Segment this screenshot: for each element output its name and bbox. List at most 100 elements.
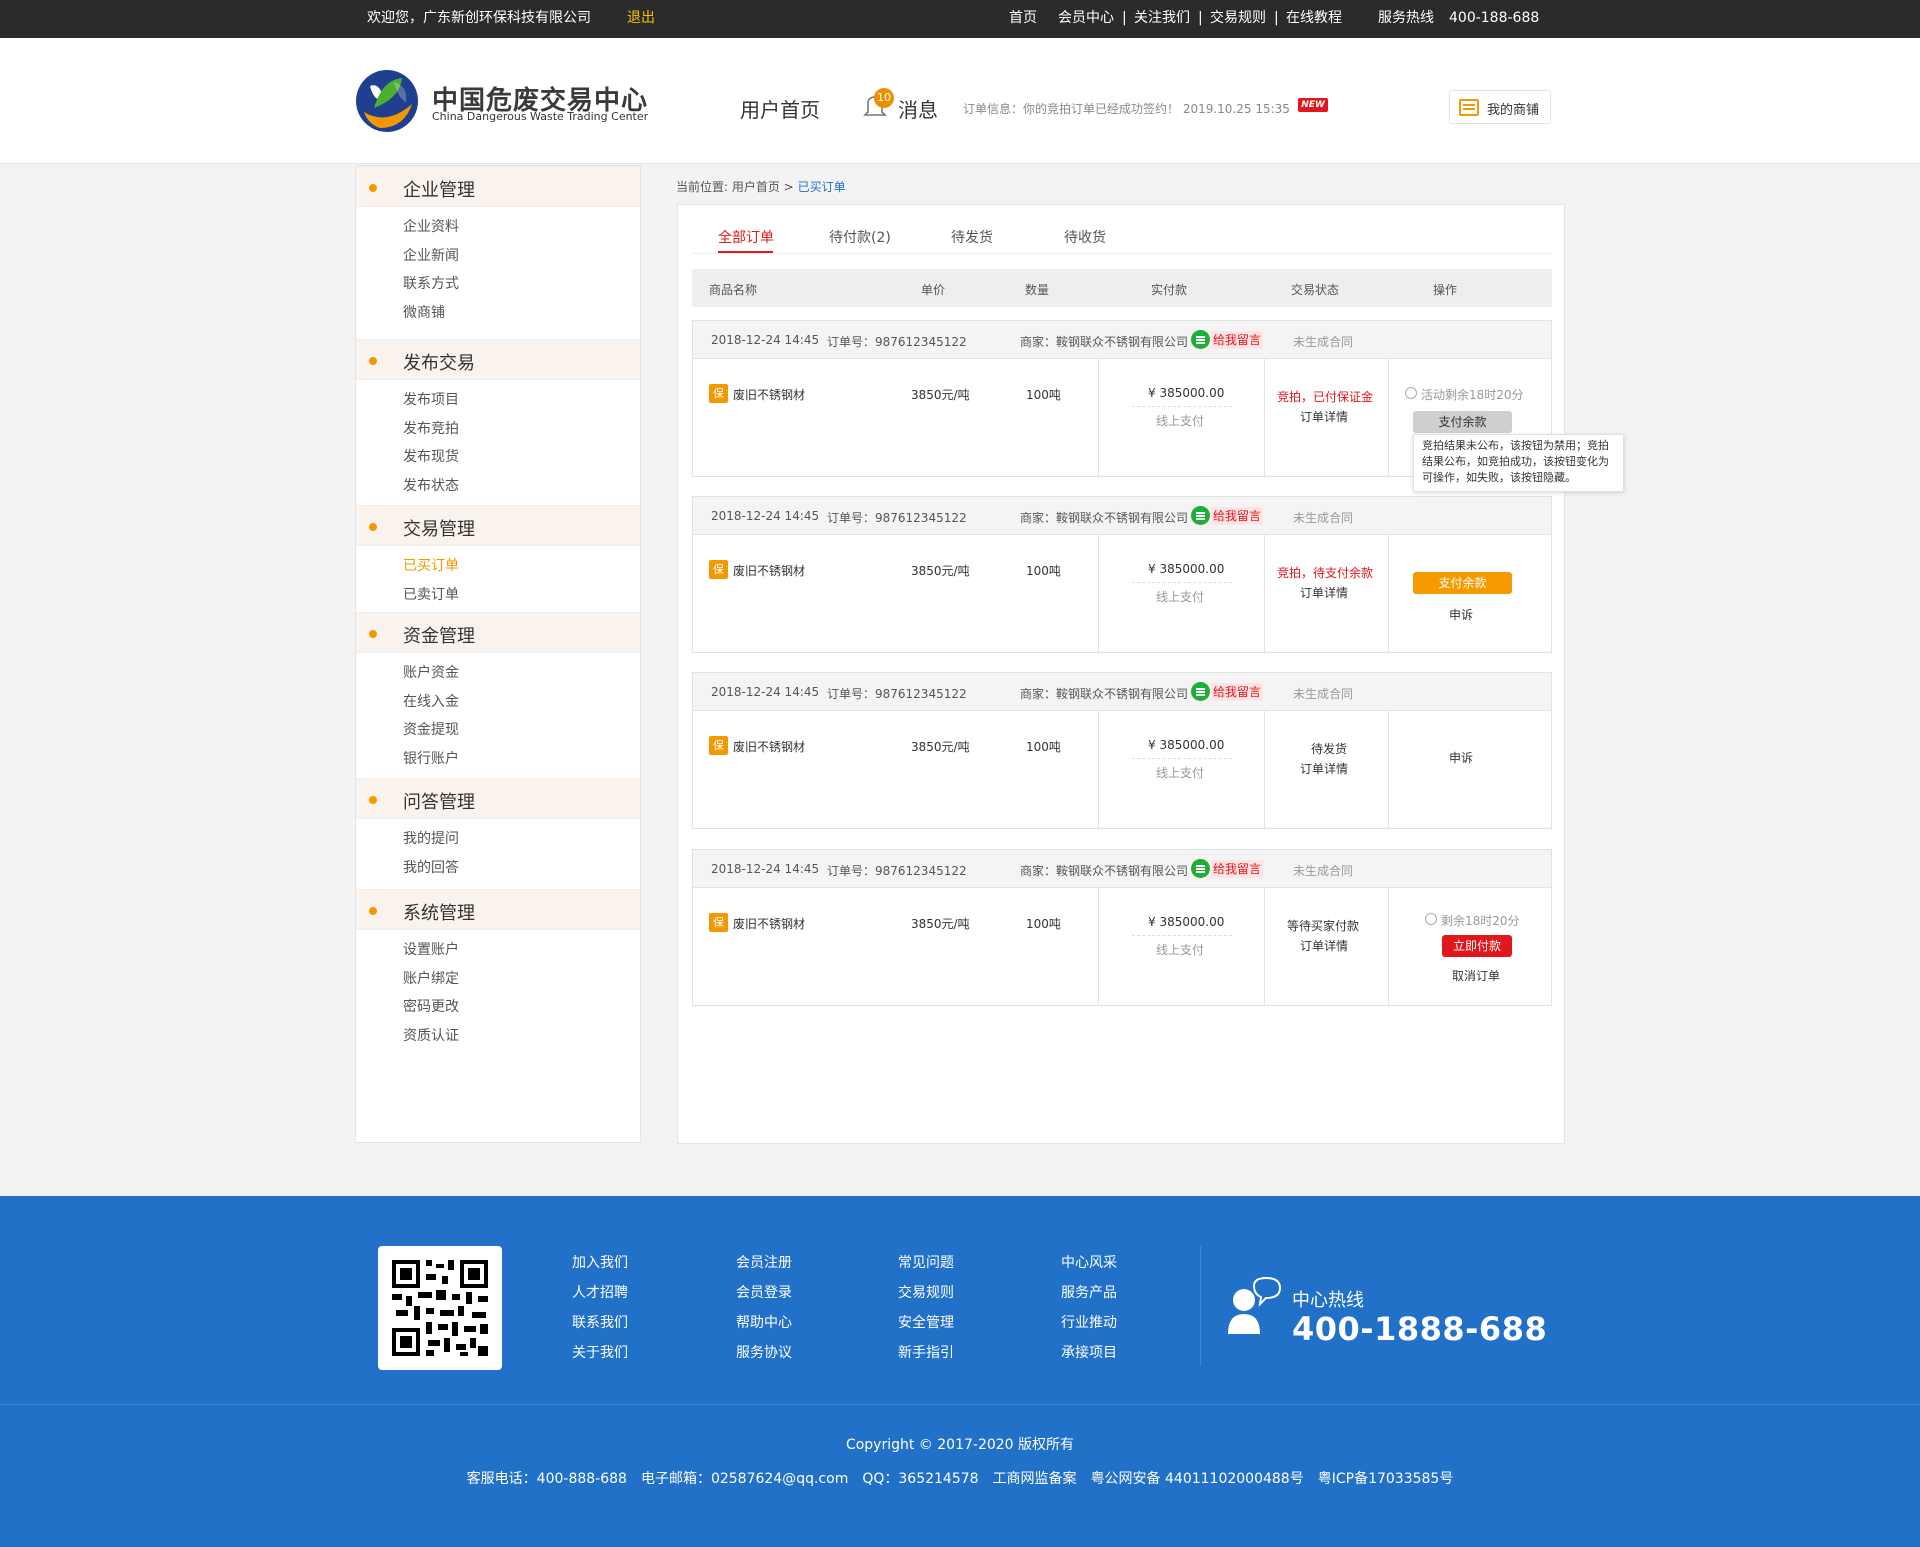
sidebar-group-trade[interactable]: 交易管理 (356, 505, 640, 546)
sidebar-item-account-binding[interactable]: 账户绑定 (403, 968, 459, 988)
sidebar-item-account-settings[interactable]: 设置账户 (403, 939, 459, 959)
sidebar-item-sold-orders[interactable]: 已卖订单 (403, 584, 459, 604)
sidebar-group-publish[interactable]: 发布交易 (356, 339, 640, 380)
footer-link-guide[interactable]: 新手指引 (898, 1342, 954, 1362)
sidebar-item-publish-spot[interactable]: 发布现货 (403, 446, 459, 466)
nav-home[interactable]: 首页 (1009, 0, 1037, 36)
leave-message-link[interactable]: 给我留言 (1211, 683, 1264, 701)
sidebar-item-qualification[interactable]: 资质认证 (403, 1025, 459, 1045)
order-detail-link[interactable]: 订单详情 (1300, 760, 1348, 777)
footer-link-terms[interactable]: 服务协议 (736, 1342, 792, 1362)
sidebar-item-change-password[interactable]: 密码更改 (403, 996, 459, 1016)
merchant-name[interactable]: 商家：鞍钢联众不锈钢有限公司 (1020, 509, 1188, 526)
sidebar-item-contact[interactable]: 联系方式 (403, 273, 459, 293)
guarantee-badge: 保 (709, 384, 728, 403)
user-home-link[interactable]: 用户首页 (740, 94, 820, 123)
sidebar-item-publish-status[interactable]: 发布状态 (403, 475, 459, 495)
nav-trade-rules[interactable]: 交易规则 (1210, 0, 1266, 36)
footer-link-join-us[interactable]: 加入我们 (572, 1252, 628, 1272)
sidebar-item-my-answers[interactable]: 我的回答 (403, 857, 459, 877)
logo-icon[interactable] (354, 68, 420, 134)
sidebar-group-funds[interactable]: 资金管理 (356, 612, 640, 653)
sidebar-group-qa[interactable]: 问答管理 (356, 778, 640, 819)
messages-link[interactable]: 消息 (898, 94, 938, 123)
chat-icon[interactable] (1191, 506, 1210, 525)
chat-icon[interactable] (1191, 859, 1210, 878)
order-notification[interactable]: 订单信息：你的竞拍订单已经成功签约！ 2019.10.25 15:35 (963, 100, 1290, 117)
leave-message-link[interactable]: 给我留言 (1211, 331, 1264, 349)
sidebar-item-publish-auction[interactable]: 发布竞拍 (403, 418, 459, 438)
service-email[interactable]: 电子邮箱：02587624@qq.com (641, 1471, 848, 1487)
merchant-name[interactable]: 商家：鞍钢联众不锈钢有限公司 (1020, 333, 1188, 350)
sidebar-item-bought-orders[interactable]: 已买订单 (403, 555, 459, 575)
footer-link-security[interactable]: 安全管理 (898, 1312, 954, 1332)
leave-message-link[interactable]: 给我留言 (1211, 507, 1264, 525)
footer-link-industry[interactable]: 行业推动 (1061, 1312, 1117, 1332)
order-detail-link[interactable]: 订单详情 (1300, 584, 1348, 601)
footer-link-register[interactable]: 会员注册 (736, 1252, 792, 1272)
sidebar-item-micro-shop[interactable]: 微商铺 (403, 302, 445, 322)
pay-now-button[interactable]: 立即付款 (1442, 935, 1512, 957)
sidebar-item-company-news[interactable]: 企业新闻 (403, 245, 459, 265)
business-filing[interactable]: 工商网监备案 (993, 1471, 1077, 1487)
pay-balance-button[interactable]: 支付余款 (1413, 572, 1512, 594)
merchant-name[interactable]: 商家：鞍钢联众不锈钢有限公司 (1020, 862, 1188, 879)
order-header: 2018-12-24 14:45 订单号：987612345122 商家：鞍钢联… (693, 850, 1551, 888)
tab-pending-receipt[interactable]: 待收货 (1064, 227, 1106, 247)
footer-link-projects[interactable]: 承接项目 (1061, 1342, 1117, 1362)
product-name[interactable]: 废旧不锈钢材 (733, 562, 805, 579)
column-divider (1098, 359, 1099, 477)
product-name[interactable]: 废旧不锈钢材 (733, 386, 805, 403)
footer-link-contact-us[interactable]: 联系我们 (572, 1312, 628, 1332)
footer-link-trade-rules[interactable]: 交易规则 (898, 1282, 954, 1302)
contact-info: 客服电话：400-888-688 电子邮箱：02587624@qq.com QQ：3… (0, 1468, 1920, 1488)
police-filing[interactable]: 粤公网安备 44011102000488号 (1091, 1471, 1304, 1487)
footer-link-showcase[interactable]: 中心风采 (1061, 1252, 1117, 1272)
order-detail-link[interactable]: 订单详情 (1300, 408, 1348, 425)
bullet-icon (369, 630, 377, 638)
sidebar-item-account-funds[interactable]: 账户资金 (403, 662, 459, 682)
product-name[interactable]: 废旧不锈钢材 (733, 915, 805, 932)
cancel-order-link[interactable]: 取消订单 (1452, 967, 1500, 984)
footer-link-login[interactable]: 会员登录 (736, 1282, 792, 1302)
breadcrumb-prefix[interactable]: 当前位置: 用户首页 > (676, 180, 794, 194)
icp-filing[interactable]: 粤ICP备17033585号 (1318, 1471, 1454, 1487)
pay-balance-button-disabled[interactable]: 支付余款 (1413, 411, 1512, 433)
footer-link-faq[interactable]: 常见问题 (898, 1252, 954, 1272)
footer-link-help[interactable]: 帮助中心 (736, 1312, 792, 1332)
tab-all-orders[interactable]: 全部订单 (718, 227, 774, 247)
service-phone: 客服电话：400-888-688 (466, 1471, 627, 1487)
chat-icon[interactable] (1191, 330, 1210, 349)
my-shop-button[interactable]: 我的商铺 (1449, 90, 1551, 124)
chat-icon[interactable] (1191, 682, 1210, 701)
sidebar-item-publish-project[interactable]: 发布项目 (403, 389, 459, 409)
nav-member-center[interactable]: 会员中心 (1058, 0, 1114, 36)
nav-tutorial[interactable]: 在线教程 (1286, 0, 1342, 36)
sidebar-group-enterprise[interactable]: 企业管理 (356, 166, 640, 207)
quantity: 100吨 (1026, 917, 1061, 931)
top-bar: 欢迎您，广东新创环保科技有限公司 退出 首页 会员中心 | 关注我们 | 交易规… (0, 0, 1920, 38)
order-detail-link[interactable]: 订单详情 (1300, 937, 1348, 954)
sidebar-item-withdraw[interactable]: 资金提现 (403, 719, 459, 739)
sidebar-item-my-questions[interactable]: 我的提问 (403, 828, 459, 848)
sidebar-item-online-deposit[interactable]: 在线入金 (403, 691, 459, 711)
logout-link[interactable]: 退出 (627, 0, 655, 36)
tab-pending-shipment[interactable]: 待发货 (951, 227, 993, 247)
divider (1132, 758, 1232, 759)
footer-link-about-us[interactable]: 关于我们 (572, 1342, 628, 1362)
footer-link-careers[interactable]: 人才招聘 (572, 1282, 628, 1302)
merchant-name[interactable]: 商家：鞍钢联众不锈钢有限公司 (1020, 685, 1188, 702)
header: 中国危废交易中心 China Dangerous Waste Trading C… (0, 38, 1920, 164)
footer-link-products[interactable]: 服务产品 (1061, 1282, 1117, 1302)
appeal-link[interactable]: 申诉 (1449, 606, 1473, 623)
product-name[interactable]: 废旧不锈钢材 (733, 738, 805, 755)
paid-amount: ¥ 385000.00 (1148, 738, 1225, 752)
appeal-link[interactable]: 申诉 (1449, 749, 1473, 766)
sidebar-group-system[interactable]: 系统管理 (356, 889, 640, 930)
sidebar-item-company-info[interactable]: 企业资料 (403, 216, 459, 236)
order-number: 订单号：987612345122 (827, 335, 967, 349)
nav-follow-us[interactable]: 关注我们 (1134, 0, 1190, 36)
sidebar-item-bank-account[interactable]: 银行账户 (403, 748, 459, 768)
leave-message-link[interactable]: 给我留言 (1211, 860, 1264, 878)
tab-pending-payment[interactable]: 待付款(2) (829, 227, 891, 247)
